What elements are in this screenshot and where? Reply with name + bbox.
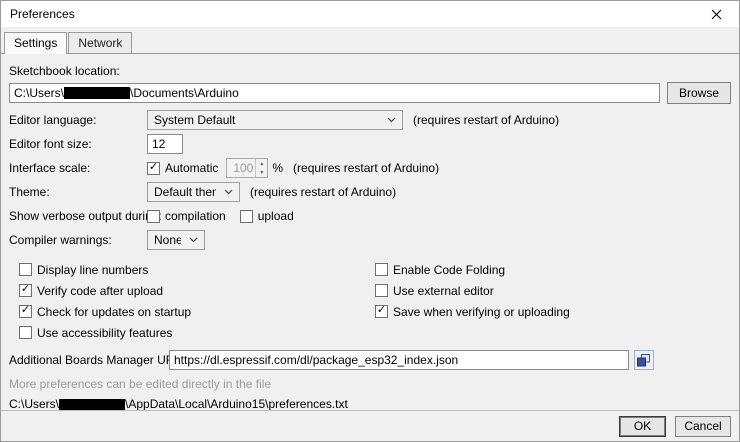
- compiler-warnings-select[interactable]: None: [147, 230, 205, 250]
- compiler-warnings-row: Compiler warnings: None: [9, 230, 731, 250]
- option-label: Check for updates on startup: [37, 305, 191, 319]
- pref-path-suffix: \AppData\Local\Arduino15\preferences.txt: [125, 397, 348, 410]
- theme-value: Default theme: [154, 185, 216, 199]
- boards-manager-urls-value: https://dl.espressif.com/dl/package_esp3…: [174, 353, 458, 367]
- more-preferences-note: More preferences can be edited directly …: [9, 377, 731, 391]
- spinner-arrows[interactable]: ▲ ▼: [255, 159, 267, 177]
- windows-overlap-icon: [637, 354, 651, 367]
- automatic-scale-checkbox[interactable]: Automatic: [147, 161, 218, 175]
- dialog-footer: OK Cancel: [1, 410, 739, 441]
- options-grid: Display line numbers Verify code after u…: [9, 259, 731, 343]
- window-title: Preferences: [10, 7, 701, 21]
- editor-font-size-input[interactable]: 12: [147, 134, 183, 154]
- use-external-editor-checkbox[interactable]: Use external editor: [375, 280, 731, 301]
- close-icon[interactable]: [701, 3, 731, 25]
- interface-scale-row: Interface scale: Automatic 100 ▲ ▼ % (re…: [9, 158, 731, 178]
- checkbox-box[interactable]: [240, 210, 253, 223]
- tab-network[interactable]: Network: [68, 32, 132, 53]
- checkbox-box[interactable]: [147, 210, 160, 223]
- options-column-left: Display line numbers Verify code after u…: [9, 259, 375, 343]
- checkbox-box[interactable]: [19, 305, 32, 318]
- option-label: Save when verifying or uploading: [393, 305, 570, 319]
- compiler-warnings-value: None: [154, 233, 181, 247]
- editor-language-label: Editor language:: [9, 113, 147, 127]
- editor-language-value: System Default: [154, 113, 379, 127]
- display-line-numbers-checkbox[interactable]: Display line numbers: [19, 259, 375, 280]
- preferences-dialog: Preferences Settings Network Sketchbook …: [0, 0, 740, 442]
- boards-manager-urls-input[interactable]: https://dl.espressif.com/dl/package_esp3…: [169, 350, 629, 370]
- chevron-down-icon: [189, 237, 198, 243]
- spinner-down-icon[interactable]: ▼: [256, 168, 267, 177]
- upload-label: upload: [258, 209, 294, 223]
- editor-language-row: Editor language: System Default (require…: [9, 110, 731, 130]
- language-restart-note: (requires restart of Arduino): [413, 113, 559, 127]
- sketchbook-location-label: Sketchbook location:: [9, 64, 731, 78]
- compiler-warnings-label: Compiler warnings:: [9, 233, 147, 247]
- sketchbook-row: C:\Users\ \Documents\Arduino Browse: [9, 82, 731, 104]
- redacted-username: [59, 399, 125, 410]
- options-column-right: Enable Code Folding Use external editor …: [375, 259, 731, 343]
- boards-manager-urls-label: Additional Boards Manager URLs:: [9, 353, 169, 367]
- option-label: Use external editor: [393, 284, 494, 298]
- checkbox-box[interactable]: [19, 326, 32, 339]
- theme-select[interactable]: Default theme: [147, 182, 240, 202]
- browse-button[interactable]: Browse: [667, 82, 731, 104]
- save-when-verifying-checkbox[interactable]: Save when verifying or uploading: [375, 301, 731, 322]
- automatic-label: Automatic: [165, 161, 218, 175]
- verbose-upload-checkbox[interactable]: upload: [240, 209, 294, 223]
- sketchbook-location-input[interactable]: C:\Users\ \Documents\Arduino: [9, 83, 660, 103]
- compilation-label: compilation: [165, 209, 226, 223]
- percent-sign: %: [272, 161, 283, 175]
- tab-settings[interactable]: Settings: [4, 32, 67, 54]
- checkbox-box[interactable]: [19, 263, 32, 276]
- scale-value: 100: [227, 159, 255, 177]
- verbose-output-label: Show verbose output during:: [9, 209, 147, 223]
- checkbox-box[interactable]: [375, 305, 388, 318]
- title-bar: Preferences: [1, 1, 739, 27]
- editor-font-size-row: Editor font size: 12: [9, 134, 731, 154]
- theme-row: Theme: Default theme (requires restart o…: [9, 182, 731, 202]
- open-urls-editor-button[interactable]: [634, 350, 654, 370]
- verbose-output-row: Show verbose output during: compilation …: [9, 206, 731, 226]
- scale-value-spinner[interactable]: 100 ▲ ▼: [226, 158, 268, 178]
- option-label: Enable Code Folding: [393, 263, 505, 277]
- preferences-file-path: C:\Users\ \AppData\Local\Arduino15\prefer…: [9, 397, 731, 410]
- editor-font-size-label: Editor font size:: [9, 137, 147, 151]
- option-label: Verify code after upload: [37, 284, 163, 298]
- theme-label: Theme:: [9, 185, 147, 199]
- verify-code-after-upload-checkbox[interactable]: Verify code after upload: [19, 280, 375, 301]
- ok-button[interactable]: OK: [619, 416, 666, 437]
- option-label: Use accessibility features: [37, 326, 172, 340]
- cancel-button[interactable]: Cancel: [675, 416, 731, 437]
- editor-language-select[interactable]: System Default: [147, 110, 403, 130]
- theme-restart-note: (requires restart of Arduino): [250, 185, 396, 199]
- use-accessibility-features-checkbox[interactable]: Use accessibility features: [19, 322, 375, 343]
- checkbox-box[interactable]: [147, 162, 160, 175]
- check-for-updates-checkbox[interactable]: Check for updates on startup: [19, 301, 375, 322]
- option-label: Display line numbers: [37, 263, 148, 277]
- checkbox-box[interactable]: [19, 284, 32, 297]
- verbose-compilation-checkbox[interactable]: compilation: [147, 209, 226, 223]
- editor-font-size-value: 12: [152, 137, 165, 151]
- checkbox-box[interactable]: [375, 263, 388, 276]
- redacted-username: [64, 87, 130, 99]
- sketchbook-path-suffix: \Documents\Arduino: [130, 86, 239, 100]
- pref-path-prefix: C:\Users\: [9, 397, 59, 410]
- boards-manager-urls-row: Additional Boards Manager URLs: https://…: [9, 350, 731, 370]
- interface-scale-label: Interface scale:: [9, 161, 147, 175]
- settings-panel: Sketchbook location: C:\Users\ \Documents…: [1, 54, 739, 410]
- tab-strip: Settings Network: [1, 27, 739, 54]
- chevron-down-icon: [387, 117, 396, 123]
- spinner-up-icon[interactable]: ▲: [256, 159, 267, 168]
- sketchbook-path-prefix: C:\Users\: [14, 86, 64, 100]
- chevron-down-icon: [224, 189, 233, 195]
- checkbox-box[interactable]: [375, 284, 388, 297]
- enable-code-folding-checkbox[interactable]: Enable Code Folding: [375, 259, 731, 280]
- scale-restart-note: (requires restart of Arduino): [293, 161, 439, 175]
